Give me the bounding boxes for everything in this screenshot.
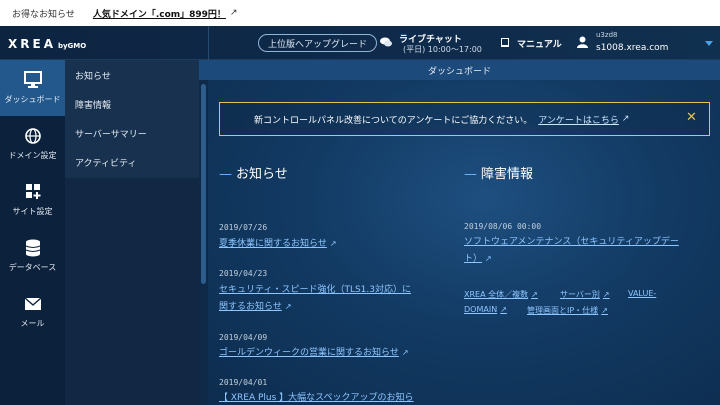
upgrade-button[interactable]: 上位版へアップグレード	[258, 34, 378, 52]
livechat-hours: (平日) 10:00～17:00	[403, 45, 482, 54]
submenu-item-failures[interactable]: 障害情報	[75, 98, 111, 111]
globe-icon	[24, 128, 41, 144]
news-link[interactable]: 【 XREA Plus 】大幅なスペックアップのお知ら	[219, 390, 414, 405]
user-icon	[577, 36, 588, 48]
external-link-icon: ↗	[329, 239, 337, 248]
failures-heading: — 障害情報	[464, 167, 534, 182]
news-link[interactable]: 夏季休業に関するお知らせ ↗	[219, 236, 337, 252]
external-link-icon: ↗	[284, 302, 292, 311]
promo-link[interactable]: 人気ドメイン「.com」899円！	[93, 7, 226, 20]
news-date: 2019/07/26	[219, 223, 268, 232]
header: XREA byGMO 上位版へアップグレード ライブチャット (平日) 10:00…	[0, 26, 720, 60]
submenu-item-news[interactable]: お知らせ	[75, 69, 111, 82]
external-link-icon: ↗	[500, 305, 507, 314]
failure-filter-server[interactable]: サーバー別 ↗	[560, 289, 610, 300]
header-divider	[208, 26, 209, 60]
promo-bar: お得なお知らせ 人気ドメイン「.com」899円！ ↗	[0, 0, 720, 26]
user-host[interactable]: s1008.xrea.com	[596, 43, 668, 53]
news-date: 2019/04/01	[219, 378, 268, 387]
manual-link[interactable]: マニュアル	[517, 37, 562, 50]
notice-text: 新コントロールパネル改善についてのアンケートにご協力ください。	[254, 115, 533, 126]
news-link-cont[interactable]: 関するお知らせ ↗	[219, 299, 292, 315]
external-link-icon: ↗	[401, 348, 409, 357]
survey-notice: 新コントロールパネル改善についてのアンケートにご協力ください。 アンケートはこち…	[219, 102, 710, 136]
page-title: ダッシュボード	[199, 60, 720, 80]
scrollbar-thumb[interactable]	[201, 84, 206, 284]
logo[interactable]: XREA byGMO	[8, 37, 86, 51]
news-link[interactable]: ゴールデンウィークの営業に関するお知らせ ↗	[219, 345, 409, 361]
rail-item-site[interactable]: サイト設定	[0, 172, 65, 228]
submenu-background	[65, 178, 199, 405]
failure-filter-value-domain-cont[interactable]: DOMAIN ↗	[464, 305, 507, 314]
survey-link[interactable]: アンケートはこちら	[538, 113, 619, 126]
external-link-icon: ↗	[531, 290, 538, 299]
failure-link[interactable]: ソフトウェアメンテナンス（セキュリティアップデー	[464, 234, 679, 250]
rail-item-database[interactable]: データベース	[0, 228, 65, 284]
promo-label: お得なお知らせ	[12, 9, 75, 20]
failure-link-cont[interactable]: ト） ↗	[464, 251, 492, 267]
news-date: 2019/04/23	[219, 269, 268, 278]
submenu-item-activity[interactable]: アクティビティ	[75, 156, 136, 169]
chevron-down-icon[interactable]	[705, 41, 713, 46]
news-date: 2019/04/09	[219, 333, 268, 342]
external-link-icon: ↗	[485, 254, 492, 263]
external-link-icon: ↗	[601, 306, 608, 315]
chat-icon	[380, 37, 392, 47]
news-link[interactable]: セキュリティ・スピード強化（TLS1.3対応）に	[219, 282, 411, 298]
icon-rail: ダッシュボード ドメイン設定 サイト設定 データベース メール	[0, 60, 65, 405]
failure-filter-admin-ip[interactable]: 管理画面とIP・仕様 ↗	[527, 305, 608, 316]
external-link-icon: ↗	[621, 114, 630, 124]
close-icon[interactable]: ✕	[686, 110, 697, 125]
rail-item-dashboard[interactable]: ダッシュボード	[0, 60, 65, 116]
grid-plus-icon	[25, 184, 40, 199]
failure-filter-all[interactable]: XREA 全体／複数 ↗	[464, 289, 538, 300]
external-link-icon: ↗	[229, 8, 238, 18]
submenu-item-server-summary[interactable]: サーバーサマリー	[75, 127, 147, 140]
external-link-icon: ↗	[602, 290, 610, 299]
book-icon	[501, 38, 509, 47]
failure-filter-value-domain[interactable]: VALUE-	[628, 289, 656, 298]
submenu: お知らせ 障害情報 サーバーサマリー アクティビティ	[65, 60, 199, 178]
rail-item-mail[interactable]: メール	[0, 284, 65, 340]
rail-item-domain[interactable]: ドメイン設定	[0, 116, 65, 172]
news-heading: — お知らせ	[219, 167, 288, 182]
user-id: u3zd8	[596, 31, 618, 39]
mail-icon	[24, 297, 41, 310]
failure-date: 2019/08/06 00:00	[464, 222, 542, 231]
database-icon	[25, 239, 40, 257]
monitor-icon	[23, 71, 42, 88]
